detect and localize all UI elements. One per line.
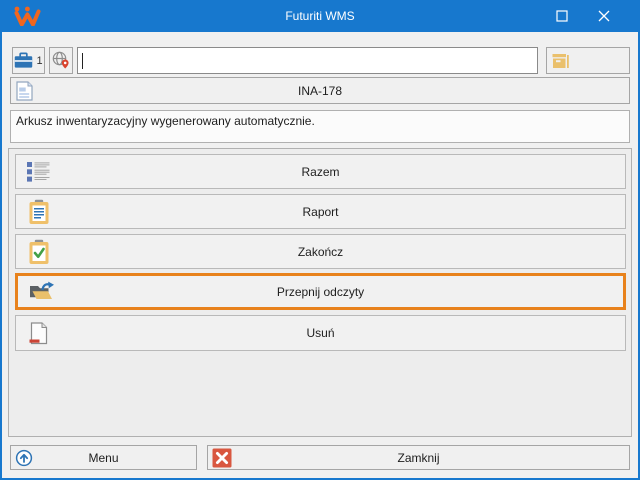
window: Futuriti WMS 1	[0, 0, 640, 480]
device-button[interactable]: 1	[12, 47, 45, 74]
action-przepnij-odczyty[interactable]: Przepnij odczyty	[15, 273, 626, 310]
description-box: Arkusz inwentaryzacyjny wygenerowany aut…	[10, 110, 630, 143]
close-icon	[598, 10, 610, 22]
menu-button[interactable]: Menu	[10, 445, 197, 470]
scan-input-wrap	[77, 47, 538, 74]
action-label: Raport	[16, 195, 625, 228]
globe-location-icon	[52, 51, 70, 70]
document-code: INA-178	[11, 84, 629, 98]
briefcase-icon	[14, 52, 33, 69]
action-raport[interactable]: Raport	[15, 194, 626, 229]
description-text: Arkusz inwentaryzacyjny wygenerowany aut…	[16, 114, 315, 128]
scan-input[interactable]	[78, 48, 537, 73]
actions-panel: Razem Raport	[8, 148, 632, 437]
archive-box-icon	[552, 53, 571, 69]
maximize-icon	[556, 10, 568, 22]
close-button[interactable]	[581, 0, 626, 32]
menu-label: Menu	[11, 446, 196, 469]
action-razem[interactable]: Razem	[15, 154, 626, 189]
document-row[interactable]: INA-178	[10, 77, 630, 104]
titlebar: Futuriti WMS	[0, 0, 640, 32]
action-label: Razem	[16, 155, 625, 188]
zamknij-button[interactable]: Zamknij	[207, 445, 630, 470]
maximize-button[interactable]	[539, 0, 584, 32]
action-zakoncz[interactable]: Zakończ	[15, 234, 626, 269]
action-label: Zakończ	[16, 235, 625, 268]
zamknij-label: Zamknij	[208, 446, 629, 469]
archive-button[interactable]	[546, 47, 630, 74]
text-caret	[82, 53, 83, 69]
action-label: Usuń	[16, 316, 625, 350]
device-count: 1	[36, 55, 42, 67]
action-usun[interactable]: Usuń	[15, 315, 626, 351]
action-label: Przepnij odczyty	[18, 276, 623, 307]
location-button[interactable]	[49, 47, 73, 74]
